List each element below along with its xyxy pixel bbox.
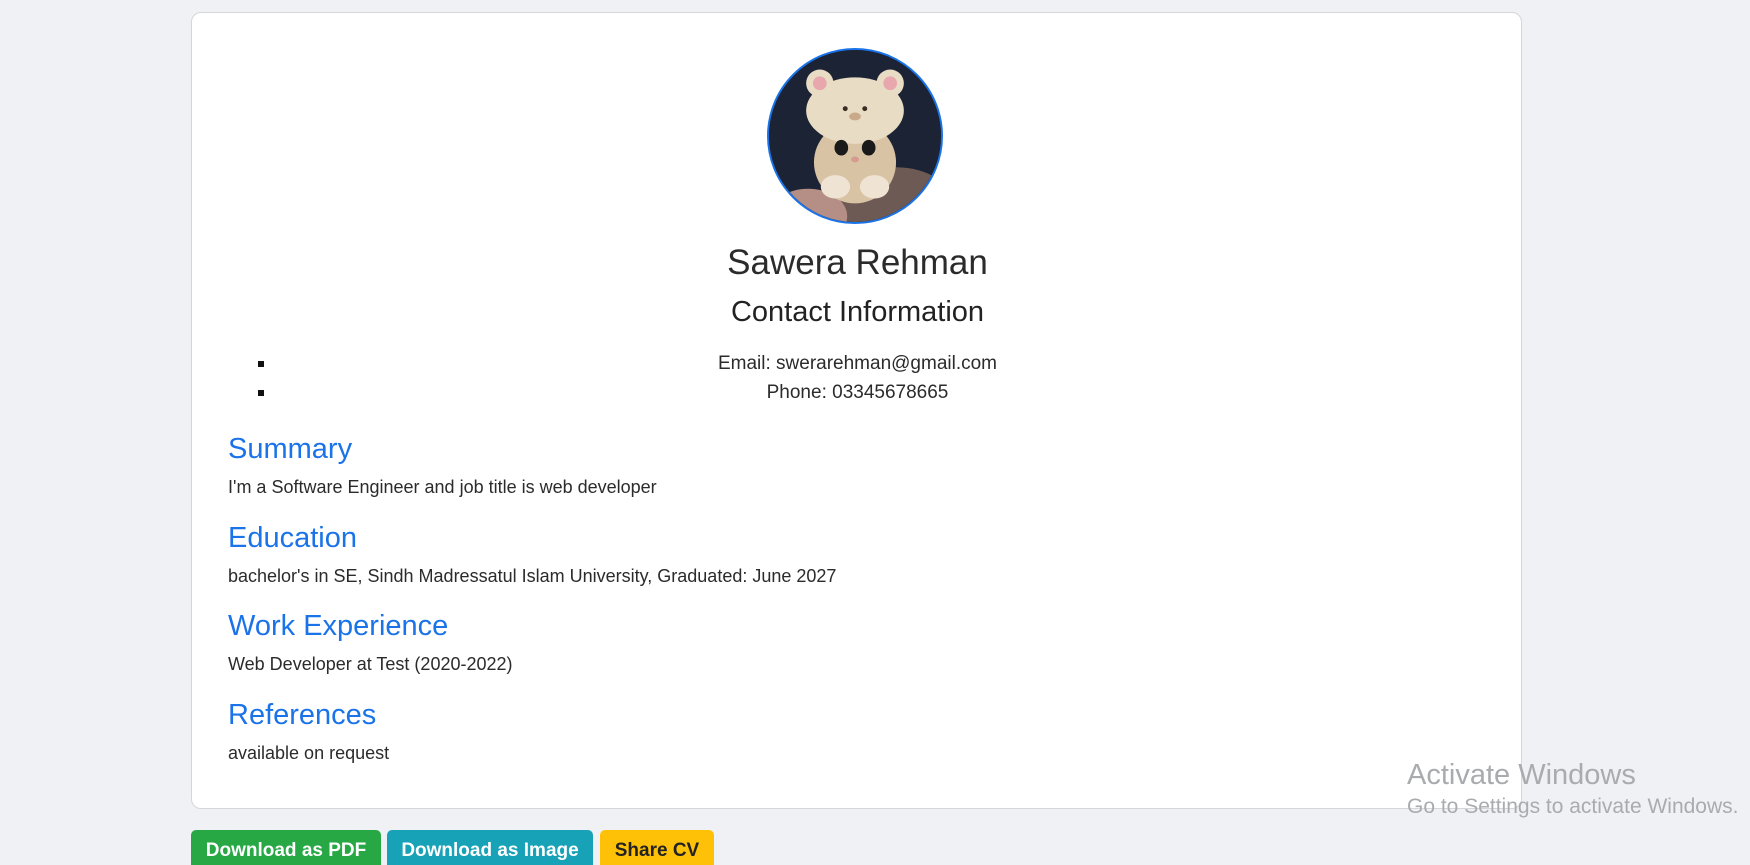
education-section: Education bachelor's in SE, Sindh Madres… <box>228 520 1478 588</box>
work-experience-text: Web Developer at Test (2020-2022) <box>228 654 513 674</box>
bullet-icon <box>258 390 264 396</box>
candidate-name: Sawera Rehman <box>727 243 988 282</box>
share-cv-button[interactable]: Share CV <box>600 830 714 865</box>
kitten-photo-icon <box>769 50 941 222</box>
contact-list: Email: swerarehman@gmail.com Phone: 0334… <box>192 349 1523 407</box>
bullet-icon <box>258 361 264 367</box>
contact-email-item: Email: swerarehman@gmail.com <box>192 349 1523 378</box>
work-experience-heading: Work Experience <box>228 610 449 642</box>
watermark-title: Activate Windows <box>1407 759 1636 791</box>
work-experience-section: Work Experience Web Developer at Test (2… <box>228 608 1478 676</box>
contact-phone: Phone: 03345678665 <box>766 382 949 403</box>
summary-section: Summary I'm a Software Engineer and job … <box>228 431 1478 499</box>
page: Sawera Rehman Contact Information Email:… <box>0 0 1750 865</box>
education-heading: Education <box>228 522 357 554</box>
watermark-subtitle: Go to Settings to activate Windows. <box>1407 795 1739 818</box>
references-heading: References <box>228 699 377 731</box>
contact-phone-item: Phone: 03345678665 <box>192 378 1523 407</box>
references-text: available on request <box>228 743 390 763</box>
contact-heading: Contact Information <box>730 296 985 328</box>
education-text: bachelor's in SE, Sindh Madressatul Isla… <box>228 566 837 586</box>
summary-heading: Summary <box>228 433 353 465</box>
windows-activation-watermark: Activate Windows Go to Settings to activ… <box>1407 758 1739 822</box>
references-section: References available on request <box>228 697 1478 765</box>
cv-card: Sawera Rehman Contact Information Email:… <box>191 12 1522 809</box>
download-image-button[interactable]: Download as Image <box>387 830 593 865</box>
contact-email: Email: swerarehman@gmail.com <box>717 353 998 374</box>
summary-text: I'm a Software Engineer and job title is… <box>228 477 657 497</box>
download-pdf-button[interactable]: Download as PDF <box>191 830 381 865</box>
profile-avatar <box>767 48 943 224</box>
